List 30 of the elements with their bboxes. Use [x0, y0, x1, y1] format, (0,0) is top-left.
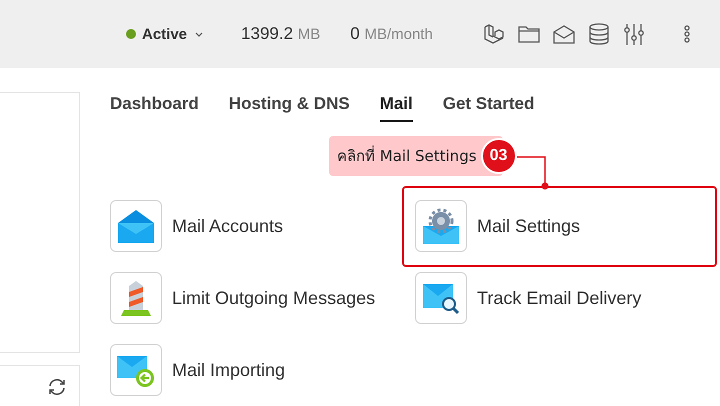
gear-envelope-icon	[423, 208, 459, 244]
traffic-usage: 0 MB/month	[350, 24, 433, 44]
tile-link[interactable]: Limit Outgoing Messages	[172, 288, 376, 308]
status-dot	[126, 29, 136, 39]
tile-icon-box[interactable]	[415, 272, 467, 324]
envelope-icon[interactable]	[552, 24, 575, 44]
caret-icon	[195, 32, 204, 36]
tile-link[interactable]: Mail Settings	[477, 216, 580, 236]
layers-icon[interactable]	[482, 23, 505, 45]
tab[interactable]: Dashboard	[110, 94, 199, 122]
tile-link[interactable]: Mail Accounts	[172, 216, 284, 236]
tab[interactable]: Hosting & DNS	[228, 94, 350, 122]
folder-icon[interactable]	[518, 24, 540, 44]
refresh-icon[interactable]	[47, 377, 67, 397]
leader-line	[516, 156, 549, 190]
envelope-icon	[118, 209, 154, 243]
barrier-post-icon	[120, 280, 152, 316]
disk-usage: 1399.2 MB	[241, 24, 320, 44]
tile-link[interactable]: Mail Importing	[172, 360, 286, 380]
tile-link[interactable]: Track Email Delivery	[477, 288, 642, 308]
tile-icon-box[interactable]	[110, 200, 162, 252]
status-dropdown[interactable]: Active	[126, 26, 204, 42]
tile-icon-box[interactable]	[110, 272, 162, 324]
sliders-icon[interactable]	[622, 23, 645, 45]
database-icon[interactable]	[588, 23, 610, 45]
tab[interactable]: Get Started	[442, 94, 534, 122]
tile-icon-box[interactable]	[415, 200, 467, 252]
tile-icon-box[interactable]	[110, 344, 162, 396]
more-icon[interactable]	[684, 25, 690, 43]
tab[interactable]: Mail	[380, 94, 413, 122]
